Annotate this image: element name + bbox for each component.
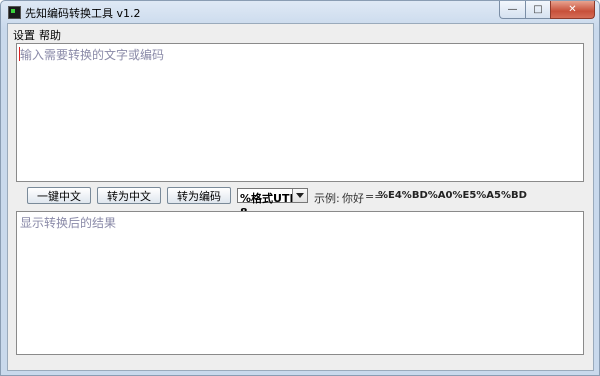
example-source-text: 你好 [342, 192, 364, 205]
menu-settings[interactable]: 设置 [13, 27, 35, 43]
minimize-button[interactable]: — [499, 1, 525, 19]
one-click-chinese-button[interactable]: 一键中文 [27, 187, 91, 204]
to-chinese-button[interactable]: 转为中文 [97, 187, 161, 204]
output-placeholder: 显示转换后的结果 [20, 216, 117, 230]
chevron-down-icon[interactable] [292, 189, 307, 202]
output-textarea[interactable]: 显示转换后的结果 [16, 211, 584, 355]
window-controls: — □ ✕ [499, 1, 595, 19]
close-button[interactable]: ✕ [550, 1, 595, 19]
text-caret [19, 47, 20, 61]
format-select[interactable]: %格式UTF-8 [237, 188, 308, 219]
window-title: 先知编码转换工具 v1.2 [25, 7, 141, 20]
to-encoding-button[interactable]: 转为编码 [167, 187, 231, 204]
example-label: 示例: [314, 192, 340, 205]
menu-help[interactable]: 帮助 [39, 27, 61, 43]
input-textarea[interactable]: 输入需要转换的文字或编码 [16, 43, 584, 182]
client-area: 设置 帮助 输入需要转换的文字或编码 一键中文 转为中文 转为编码 %格式UTF… [7, 23, 594, 371]
app-icon [8, 6, 21, 19]
example-encoded-text: %E4%BD%A0%E5%A5%BD [378, 190, 527, 201]
app-window: 先知编码转换工具 v1.2 — □ ✕ 设置 帮助 输入需要转换的文字或编码 一… [0, 0, 600, 376]
toolbar: 一键中文 转为中文 转为编码 %格式UTF-8 示例: 你好 == %E4%BD… [8, 187, 593, 219]
maximize-button[interactable]: □ [525, 1, 550, 19]
title-bar[interactable]: 先知编码转换工具 v1.2 — □ ✕ [1, 1, 599, 23]
menu-bar: 设置 帮助 [8, 24, 593, 42]
input-placeholder: 输入需要转换的文字或编码 [20, 48, 165, 62]
